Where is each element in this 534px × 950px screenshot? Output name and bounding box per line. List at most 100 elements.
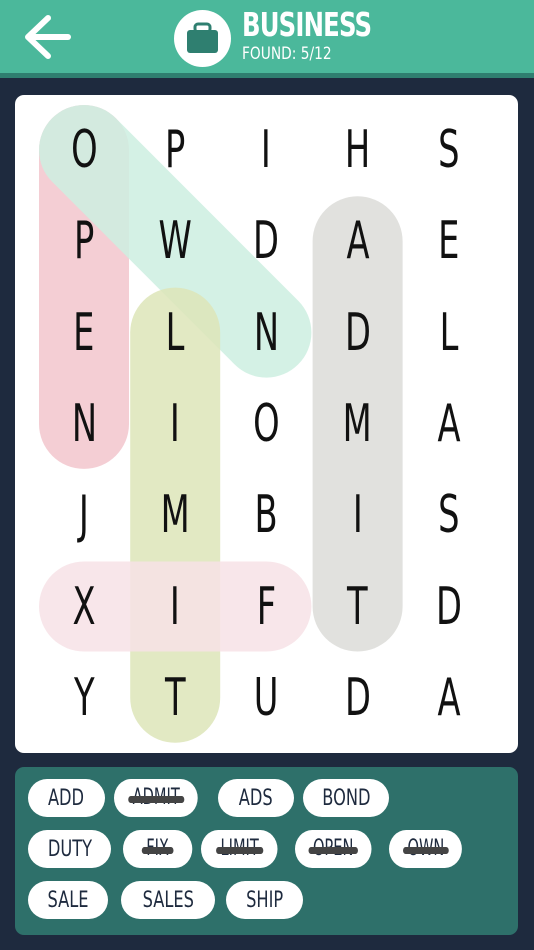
grid-letter: A: [437, 667, 461, 728]
grid-letter: I: [170, 393, 181, 454]
word-label: SALE: [47, 887, 89, 913]
word-label: LIMIT: [215, 836, 263, 861]
grid-letter: N: [71, 393, 97, 454]
grid-cell[interactable]: T: [313, 562, 403, 652]
grid-cell[interactable]: D: [313, 653, 403, 743]
word-pill-bond[interactable]: BOND: [303, 779, 389, 817]
grid-cell[interactable]: L: [130, 288, 220, 378]
grid-cell[interactable]: S: [404, 470, 494, 560]
grid-letter: O: [253, 393, 280, 454]
grid-cell[interactable]: Y: [39, 653, 129, 743]
back-button[interactable]: [18, 12, 74, 62]
grid-cell[interactable]: W: [130, 196, 220, 286]
word-list: ADD ADMIT ADS BOND DUTY FIX LIMIT OPEN OWN SALE SA…: [15, 767, 518, 935]
grid-cell[interactable]: A: [313, 196, 403, 286]
grid-letter: W: [158, 211, 192, 272]
grid-letter: D: [253, 211, 280, 272]
grid-cell[interactable]: I: [130, 379, 220, 469]
grid-letter: T: [347, 576, 368, 637]
grid-letter: X: [72, 576, 96, 637]
grid-cell[interactable]: E: [39, 288, 129, 378]
grid-cell[interactable]: X: [39, 562, 129, 652]
grid-letter: F: [256, 576, 277, 637]
grid-letter: N: [253, 302, 279, 363]
grid-letter: P: [73, 211, 95, 272]
word-pill-sales[interactable]: SALES: [121, 881, 215, 919]
grid-letter: S: [438, 485, 460, 546]
grid-letter: I: [170, 576, 181, 637]
category-title: BUSINESS: [242, 5, 372, 44]
found-label: FOUND:: [242, 44, 297, 64]
word-label: SHIP: [245, 887, 284, 913]
grid-letter: E: [73, 302, 95, 363]
grid-cell[interactable]: N: [221, 288, 311, 378]
grid-cell[interactable]: U: [221, 653, 311, 743]
grid-cell[interactable]: H: [313, 105, 403, 195]
word-pill-open[interactable]: OPEN: [295, 830, 372, 868]
grid-letter: L: [439, 302, 459, 363]
grid-cell[interactable]: F: [221, 562, 311, 652]
grid-cell[interactable]: M: [313, 379, 403, 469]
grid-letter: L: [165, 302, 185, 363]
word-label: ADMIT: [127, 785, 184, 810]
grid-cell[interactable]: S: [404, 105, 494, 195]
grid-letter: A: [346, 211, 370, 272]
grid-cell[interactable]: J: [39, 470, 129, 560]
word-label: FIX: [141, 836, 174, 861]
grid-letter: U: [254, 667, 279, 728]
grid-cell[interactable]: I: [313, 470, 403, 560]
grid-cell[interactable]: P: [39, 196, 129, 286]
grid-cell[interactable]: E: [404, 196, 494, 286]
word-pill-ads[interactable]: ADS: [218, 779, 294, 817]
grid-cell[interactable]: B: [221, 470, 311, 560]
grid-letter: D: [435, 576, 462, 637]
grid-letter: I: [352, 485, 363, 546]
grid-letter: I: [261, 120, 272, 180]
grid-letter: M: [160, 485, 190, 546]
grid-cell[interactable]: O: [221, 379, 311, 469]
grid-cell[interactable]: P: [130, 105, 220, 195]
word-pill-ship[interactable]: SHIP: [226, 881, 303, 919]
word-pill-own[interactable]: OWN: [389, 830, 462, 868]
grid-letter: B: [254, 485, 278, 546]
arrow-left-icon: [25, 15, 71, 59]
word-label: SALES: [142, 887, 194, 913]
grid-cell[interactable]: L: [404, 288, 494, 378]
word-pill-duty[interactable]: DUTY: [28, 830, 111, 868]
grid-letter: O: [70, 120, 98, 180]
word-pill-sale[interactable]: SALE: [28, 881, 108, 919]
word-pill-fix[interactable]: FIX: [123, 830, 193, 868]
grid-letter: J: [79, 485, 89, 546]
word-label: ADS: [239, 785, 273, 811]
grid-cell[interactable]: D: [404, 562, 494, 652]
grid-letter: P: [165, 120, 186, 180]
grid-cell[interactable]: O: [39, 105, 129, 195]
word-pill-add[interactable]: ADD: [28, 779, 105, 817]
category-badge: [174, 10, 231, 67]
grid-cell[interactable]: M: [130, 470, 220, 560]
word-label: ADD: [48, 785, 85, 811]
grid-cell[interactable]: I: [130, 562, 220, 652]
grid-letter: T: [164, 667, 186, 728]
word-label: OWN: [402, 836, 449, 861]
word-pill-limit[interactable]: LIMIT: [201, 830, 278, 868]
grid-cell[interactable]: T: [130, 653, 220, 743]
header-bar: BUSINESS FOUND: 5/12: [0, 0, 534, 73]
briefcase-icon: [187, 22, 218, 53]
grid-letter: D: [344, 667, 371, 728]
word-pill-admit[interactable]: ADMIT: [114, 779, 198, 817]
word-label: BOND: [321, 785, 371, 811]
grid-cell[interactable]: N: [39, 379, 129, 469]
grid-letter: M: [343, 393, 373, 454]
grid-letter: H: [344, 120, 371, 180]
grid-cell[interactable]: I: [221, 105, 311, 195]
grid-cell[interactable]: D: [221, 196, 311, 286]
header-divider: [0, 73, 534, 78]
found-counter: FOUND: 5/12: [242, 44, 332, 64]
grid-cell[interactable]: A: [404, 379, 494, 469]
word-label: OPEN: [308, 836, 358, 861]
grid-cell[interactable]: A: [404, 653, 494, 743]
grid-cell[interactable]: D: [313, 288, 403, 378]
letter-grid[interactable]: OPIHSPWDAEELNDLNIOMAJMBISXIFTDYTUDA: [15, 95, 518, 753]
found-count: 5/12: [300, 44, 332, 64]
